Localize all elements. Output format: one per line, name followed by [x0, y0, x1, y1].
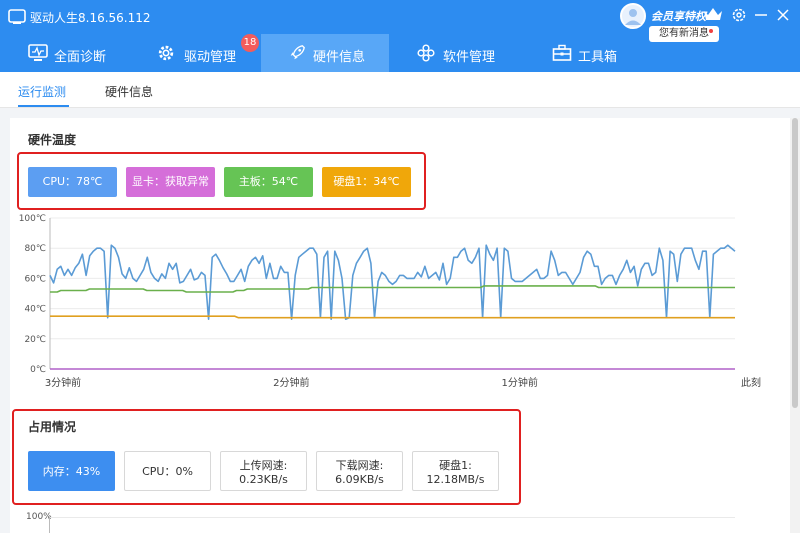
chart-ytick-label: 0℃ [30, 365, 46, 375]
gpu-temperature-badge: 显卡：获取异常 [126, 167, 215, 197]
download-speed-value: 6.09KB/s [335, 473, 384, 486]
toolbox-icon [552, 44, 572, 61]
new-message-badge[interactable]: 您有新消息 [649, 26, 719, 42]
chart-ytick-label: 100℃ [19, 214, 46, 224]
chart-xtick-label: 3分钟前 [45, 376, 81, 389]
upload-speed-label: 上传网速: [239, 459, 288, 472]
user-avatar[interactable] [620, 3, 646, 29]
minimize-icon[interactable] [752, 6, 770, 24]
download-speed-card[interactable]: 下载网速: 6.09KB/s [316, 451, 403, 491]
tab-runtime-monitor[interactable]: 运行监测 [18, 83, 66, 100]
app-logo-icon [8, 9, 26, 24]
download-speed-label: 下载网速: [335, 459, 384, 472]
nav-label: 工具箱 [578, 50, 618, 65]
chart-xtick-label: 此刻 [741, 376, 761, 389]
nav-item-hardware-info[interactable]: 硬件信息 [261, 34, 389, 72]
motherboard-temperature-badge: 主板：54℃ [224, 167, 313, 197]
usage-chart-gridline [50, 517, 735, 518]
crown-icon [704, 8, 722, 20]
temperature-chart: 100℃ 80℃ 60℃ 40℃ 20℃ 0℃ 3分钟前 2分钟前 1分钟前 此刻 [19, 214, 761, 389]
disk-speed-card[interactable]: 硬盘1: 12.18MB/s [412, 451, 499, 491]
chart-ytick-label: 20℃ [24, 335, 46, 345]
scrollbar-thumb[interactable] [792, 118, 798, 408]
nav-label: 全面诊断 [54, 50, 107, 65]
chart-ytick-label: 60℃ [24, 274, 46, 284]
chart-ytick-label: 40℃ [24, 305, 46, 315]
hardware-temperature-title: 硬件温度 [28, 133, 77, 147]
settings-icon[interactable] [730, 6, 748, 24]
disk-temperature-badge: 硬盘1：34℃ [322, 167, 411, 197]
rocket-icon [290, 45, 305, 60]
monitor-icon [28, 44, 48, 61]
close-icon[interactable] [774, 6, 792, 24]
upload-speed-value: 0.23KB/s [239, 473, 288, 486]
memory-usage-card[interactable]: 内存：43% [28, 451, 115, 491]
gear-icon [158, 45, 174, 61]
tab-hardware-info[interactable]: 硬件信息 [105, 83, 153, 100]
cpu-usage-card[interactable]: CPU：0% [124, 451, 211, 491]
upload-speed-card[interactable]: 上传网速: 0.23KB/s [220, 451, 307, 491]
cpu-temperature-badge: CPU：78℃ [28, 167, 117, 197]
vertical-scrollbar[interactable] [790, 118, 800, 533]
vip-privilege-link[interactable]: 会员享特权 [651, 8, 706, 24]
user-icon [625, 9, 641, 25]
sub-tabs: 运行监测 硬件信息 [0, 72, 800, 108]
usage-chart-ytick: 100% [26, 512, 52, 522]
chart-xtick-label: 1分钟前 [501, 376, 537, 389]
nav-label: 软件管理 [443, 50, 496, 65]
nav-label: 硬件信息 [313, 50, 366, 65]
usage-chart-axis [49, 517, 50, 533]
disk-speed-label: 硬盘1: [439, 459, 472, 472]
app-title: 驱动人生8.16.56.112 [30, 11, 151, 25]
driver-update-count-badge: 18 [241, 34, 259, 52]
nav-label: 驱动管理 [184, 50, 237, 65]
chart-xtick-label: 2分钟前 [273, 376, 309, 389]
nav-item-diagnosis[interactable]: 全面诊断 [18, 34, 128, 72]
nav-item-software-manager[interactable]: 软件管理 [410, 34, 520, 72]
chart-series-line-2 [50, 315, 735, 319]
title-bar: 驱动人生8.16.56.112 会员享特权 您有新消息 [0, 0, 800, 42]
chart-series-line-1 [50, 285, 735, 293]
disk-speed-value: 12.18MB/s [426, 473, 485, 486]
usage-title: 占用情况 [28, 420, 77, 434]
active-tab-indicator [18, 105, 69, 107]
nav-item-toolbox[interactable]: 工具箱 [545, 34, 645, 72]
chart-ytick-label: 80℃ [24, 244, 46, 254]
apps-icon [417, 44, 435, 62]
